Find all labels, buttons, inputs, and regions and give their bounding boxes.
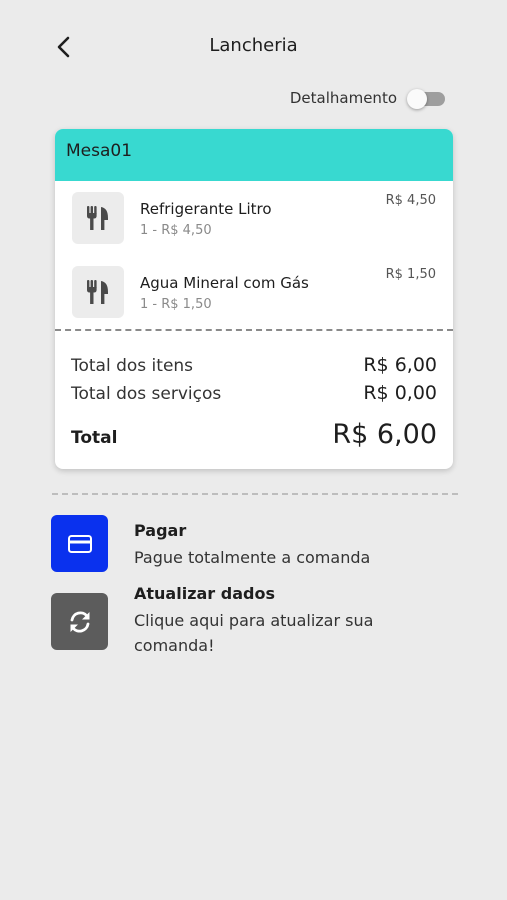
items-total-value: R$ 6,00 <box>363 354 437 376</box>
item-price: R$ 1,50 <box>385 267 436 282</box>
detail-toggle-switch[interactable] <box>407 89 445 109</box>
credit-card-icon <box>51 515 108 572</box>
page-title: Lancheria <box>209 35 298 56</box>
services-total-row: Total dos serviços R$ 0,00 <box>71 382 437 404</box>
grand-total-row: Total R$ 6,00 <box>71 419 437 450</box>
services-total-value: R$ 0,00 <box>363 382 437 404</box>
item-detail: 1 - R$ 1,50 <box>140 297 212 312</box>
items-total-row: Total dos itens R$ 6,00 <box>71 354 437 376</box>
card-divider <box>55 329 453 331</box>
services-total-label: Total dos serviços <box>71 384 222 404</box>
list-item[interactable]: Agua Mineral com Gás 1 - R$ 1,50 R$ 1,50 <box>55 256 453 331</box>
list-item[interactable]: Refrigerante Litro 1 - R$ 4,50 R$ 4,50 <box>55 181 453 256</box>
order-card: Mesa01 Refrigerante Litro 1 - R$ 4,50 R$… <box>55 129 453 469</box>
item-name: Refrigerante Litro <box>140 200 272 218</box>
app-screen: Lancheria Detalhamento Mesa01 Refrigeran… <box>0 0 507 900</box>
refresh-title: Atualizar dados <box>134 584 275 603</box>
top-bar: Lancheria <box>0 0 507 92</box>
grand-total-label: Total <box>71 428 118 448</box>
items-total-label: Total dos itens <box>71 356 194 376</box>
detail-toggle-label: Detalhamento <box>289 89 397 107</box>
pay-description: Pague totalmente a comanda <box>134 548 371 567</box>
section-divider <box>52 493 458 495</box>
cutlery-icon <box>72 266 124 318</box>
refresh-icon <box>51 593 108 650</box>
table-name: Mesa01 <box>66 141 133 161</box>
grand-total-value: R$ 6,00 <box>332 419 437 450</box>
cutlery-icon <box>72 192 124 244</box>
refresh-description: Clique aqui para atualizar sua comanda! <box>134 611 374 655</box>
item-name: Agua Mineral com Gás <box>140 274 309 292</box>
toggle-thumb <box>407 89 427 109</box>
order-card-header: Mesa01 <box>55 129 453 181</box>
item-detail: 1 - R$ 4,50 <box>140 223 212 238</box>
pay-title: Pagar <box>134 521 187 540</box>
refresh-action[interactable]: Atualizar dados Clique aqui para atualiz… <box>51 584 471 663</box>
pay-action[interactable]: Pagar Pague totalmente a comanda <box>51 515 471 575</box>
detail-toggle-row: Detalhamento <box>289 89 445 109</box>
item-price: R$ 4,50 <box>385 193 436 208</box>
